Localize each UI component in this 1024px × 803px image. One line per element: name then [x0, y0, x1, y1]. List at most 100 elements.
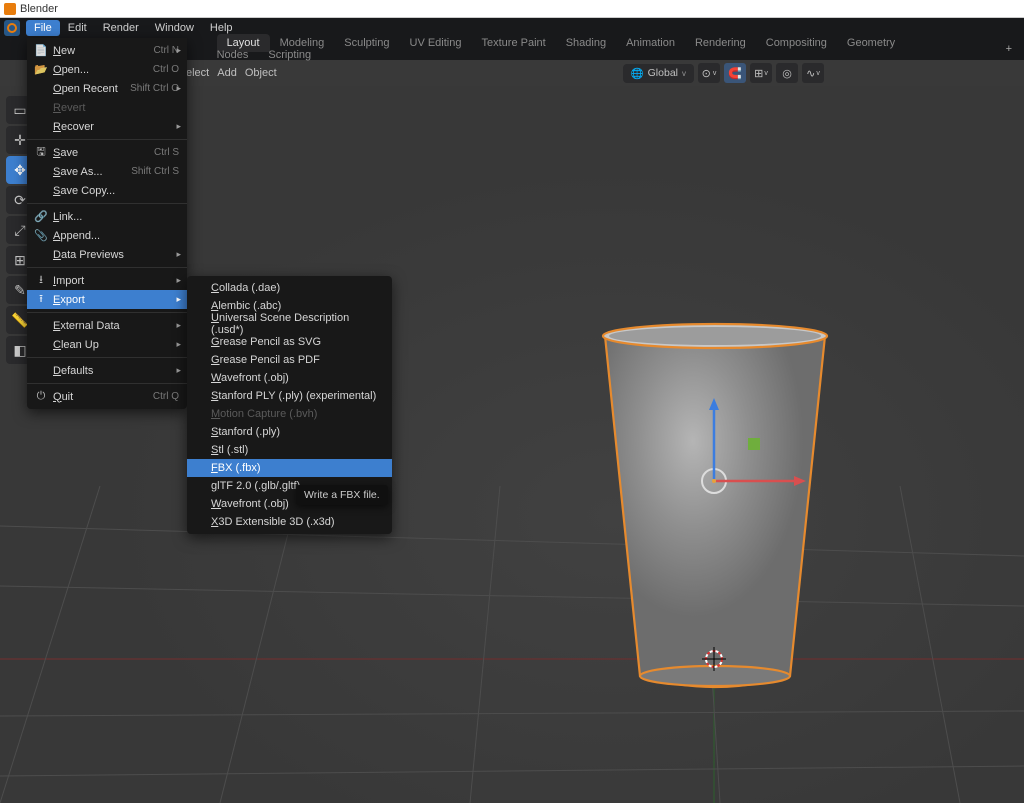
file-menu-import[interactable]: ⭳ Import▸	[27, 271, 187, 290]
export-collada-dae[interactable]: Collada (.dae)	[187, 279, 392, 297]
orientation-dropdown[interactable]: 🌐 Global v	[623, 64, 694, 83]
file-menu-save-as[interactable]: Save As...Shift Ctrl S	[27, 162, 187, 181]
submenu-arrow-icon: ▸	[176, 275, 181, 286]
proportional-options[interactable]: ∿v	[802, 63, 824, 83]
header-object-label[interactable]: Object	[245, 67, 277, 79]
menu-item-label: Quit	[53, 391, 153, 403]
file-menu-dropdown: 📄NewCtrl N▸📂Open...Ctrl OOpen RecentShif…	[27, 38, 187, 409]
workspace-tab-uv-editing[interactable]: UV Editing	[400, 34, 472, 52]
menu-item-label: External Data	[53, 320, 179, 332]
app-icon[interactable]	[4, 20, 20, 36]
menu-item-icon: ⏻	[33, 390, 49, 403]
proportional-edit[interactable]: ◎	[776, 63, 798, 83]
file-menu-quit[interactable]: ⏻ QuitCtrl Q	[27, 387, 187, 406]
workspace-tab-shading[interactable]: Shading	[556, 34, 616, 52]
menu-separator	[27, 267, 187, 268]
header-add-label[interactable]: Add	[217, 67, 237, 79]
menu-item-shortcut: Ctrl O	[153, 64, 179, 75]
menu-item-label: Import	[53, 275, 179, 287]
menu-item-label: Save Copy...	[53, 185, 179, 197]
file-menu-clean-up[interactable]: Clean Up▸	[27, 335, 187, 354]
menu-item-icon: 📂	[33, 63, 49, 76]
menu-window[interactable]: Window	[147, 20, 202, 36]
chevron-down-icon: v	[682, 69, 686, 78]
orientation-value: Global	[648, 67, 678, 79]
file-menu-new[interactable]: 📄NewCtrl N▸	[27, 41, 187, 60]
file-menu-link[interactable]: 🔗 Link...	[27, 207, 187, 226]
workspace-tab-rendering[interactable]: Rendering	[685, 34, 756, 52]
file-menu-recover[interactable]: Recover▸	[27, 117, 187, 136]
menu-item-label: Defaults	[53, 365, 179, 377]
export-stanford-ply[interactable]: Stanford (.ply)	[187, 423, 392, 441]
workspace-tab-scripting[interactable]: Scripting	[258, 46, 321, 64]
export-item-label: Stanford (.ply)	[211, 426, 280, 438]
export-universal-scene-description-usd[interactable]: Universal Scene Description (.usd*)	[187, 315, 392, 333]
workspace-tab-animation[interactable]: Animation	[616, 34, 685, 52]
export-item-label: Grease Pencil as SVG	[211, 336, 321, 348]
export-x3d-extensible-3d-x3d[interactable]: X3D Extensible 3D (.x3d)	[187, 513, 392, 531]
menu-item-label: Append...	[53, 230, 179, 242]
menu-file[interactable]: File	[26, 20, 60, 36]
export-grease-pencil-as-pdf[interactable]: Grease Pencil as PDF	[187, 351, 392, 369]
menu-item-label: Export	[53, 294, 179, 306]
export-item-label: FBX (.fbx)	[211, 462, 261, 474]
workspace-tab-texture-paint[interactable]: Texture Paint	[471, 34, 555, 52]
menu-item-shortcut: Ctrl S	[154, 147, 179, 158]
menu-render[interactable]: Render	[95, 20, 147, 36]
submenu-arrow-icon: ▸	[176, 320, 181, 331]
snap-options[interactable]: ⊞v	[750, 63, 772, 83]
workspace-tab-compositing[interactable]: Compositing	[756, 34, 837, 52]
export-item-label: glTF 2.0 (.glb/.gltf)	[211, 480, 300, 492]
header-select-label[interactable]: elect	[186, 67, 209, 79]
menu-item-label: Clean Up	[53, 339, 179, 351]
file-menu-defaults[interactable]: Defaults▸	[27, 361, 187, 380]
submenu-arrow-icon: ▸	[176, 294, 181, 305]
export-wavefront-obj[interactable]: Wavefront (.obj)	[187, 369, 392, 387]
cup-object	[603, 324, 827, 687]
export-item-label: X3D Extensible 3D (.x3d)	[211, 516, 335, 528]
file-menu-save-copy[interactable]: Save Copy...	[27, 181, 187, 200]
window-titlebar: Blender	[0, 0, 1024, 18]
menu-item-shortcut: Ctrl Q	[153, 391, 179, 402]
menu-item-label: Save As...	[53, 166, 131, 178]
menu-item-icon: ⭱	[33, 290, 49, 309]
export-stl-stl[interactable]: Stl (.stl)	[187, 441, 392, 459]
export-fbx-fbx[interactable]: FBX (.fbx)	[187, 459, 392, 477]
menu-item-icon: ⭳	[33, 271, 49, 290]
submenu-arrow-icon: ▸	[176, 121, 181, 132]
file-menu-open[interactable]: 📂 Open...Ctrl O	[27, 60, 187, 79]
export-motion-capture-bvh: Motion Capture (.bvh)	[187, 405, 392, 423]
globe-icon: 🌐	[631, 67, 644, 80]
menu-item-icon: 🖫	[33, 143, 49, 162]
menu-edit[interactable]: Edit	[60, 20, 95, 36]
export-item-label: Grease Pencil as PDF	[211, 354, 320, 366]
file-menu-save[interactable]: 🖫 SaveCtrl S	[27, 143, 187, 162]
submenu-arrow-icon: ▸	[176, 83, 181, 94]
submenu-arrow-icon: ▸	[176, 339, 181, 350]
file-menu-open-recent[interactable]: Open RecentShift Ctrl O▸	[27, 79, 187, 98]
menu-item-label: Save	[53, 147, 154, 159]
file-menu-export[interactable]: ⭱ Export▸	[27, 290, 187, 309]
file-menu-data-previews[interactable]: Data Previews▸	[27, 245, 187, 264]
menu-separator	[27, 357, 187, 358]
file-menu-external-data[interactable]: External Data▸	[27, 316, 187, 335]
export-item-label: Stl (.stl)	[211, 444, 248, 456]
add-workspace-button[interactable]: +	[998, 40, 1020, 58]
menu-item-label: Open Recent	[53, 83, 130, 95]
workspace-tab-sculpting[interactable]: Sculpting	[334, 34, 399, 52]
menu-item-label: Link...	[53, 211, 179, 223]
export-item-label: Universal Scene Description (.usd*)	[211, 312, 382, 336]
file-menu-append[interactable]: 📎Append...	[27, 226, 187, 245]
export-item-label: Wavefront (.obj)	[211, 372, 289, 384]
export-stanford-ply-ply-experimental[interactable]: Stanford PLY (.ply) (experimental)	[187, 387, 392, 405]
pivot-dropdown[interactable]: ⊙v	[698, 63, 720, 83]
menu-item-shortcut: Shift Ctrl S	[131, 166, 179, 177]
snap-toggle[interactable]: 🧲	[724, 63, 746, 83]
menu-separator	[27, 383, 187, 384]
menu-item-label: New	[53, 45, 153, 57]
blender-logo-icon	[4, 3, 16, 15]
menu-item-shortcut: Ctrl N	[153, 45, 179, 56]
menu-item-label: Open...	[53, 64, 153, 76]
export-item-label: Stanford PLY (.ply) (experimental)	[211, 390, 376, 402]
menu-item-icon: 🔗	[33, 210, 49, 223]
